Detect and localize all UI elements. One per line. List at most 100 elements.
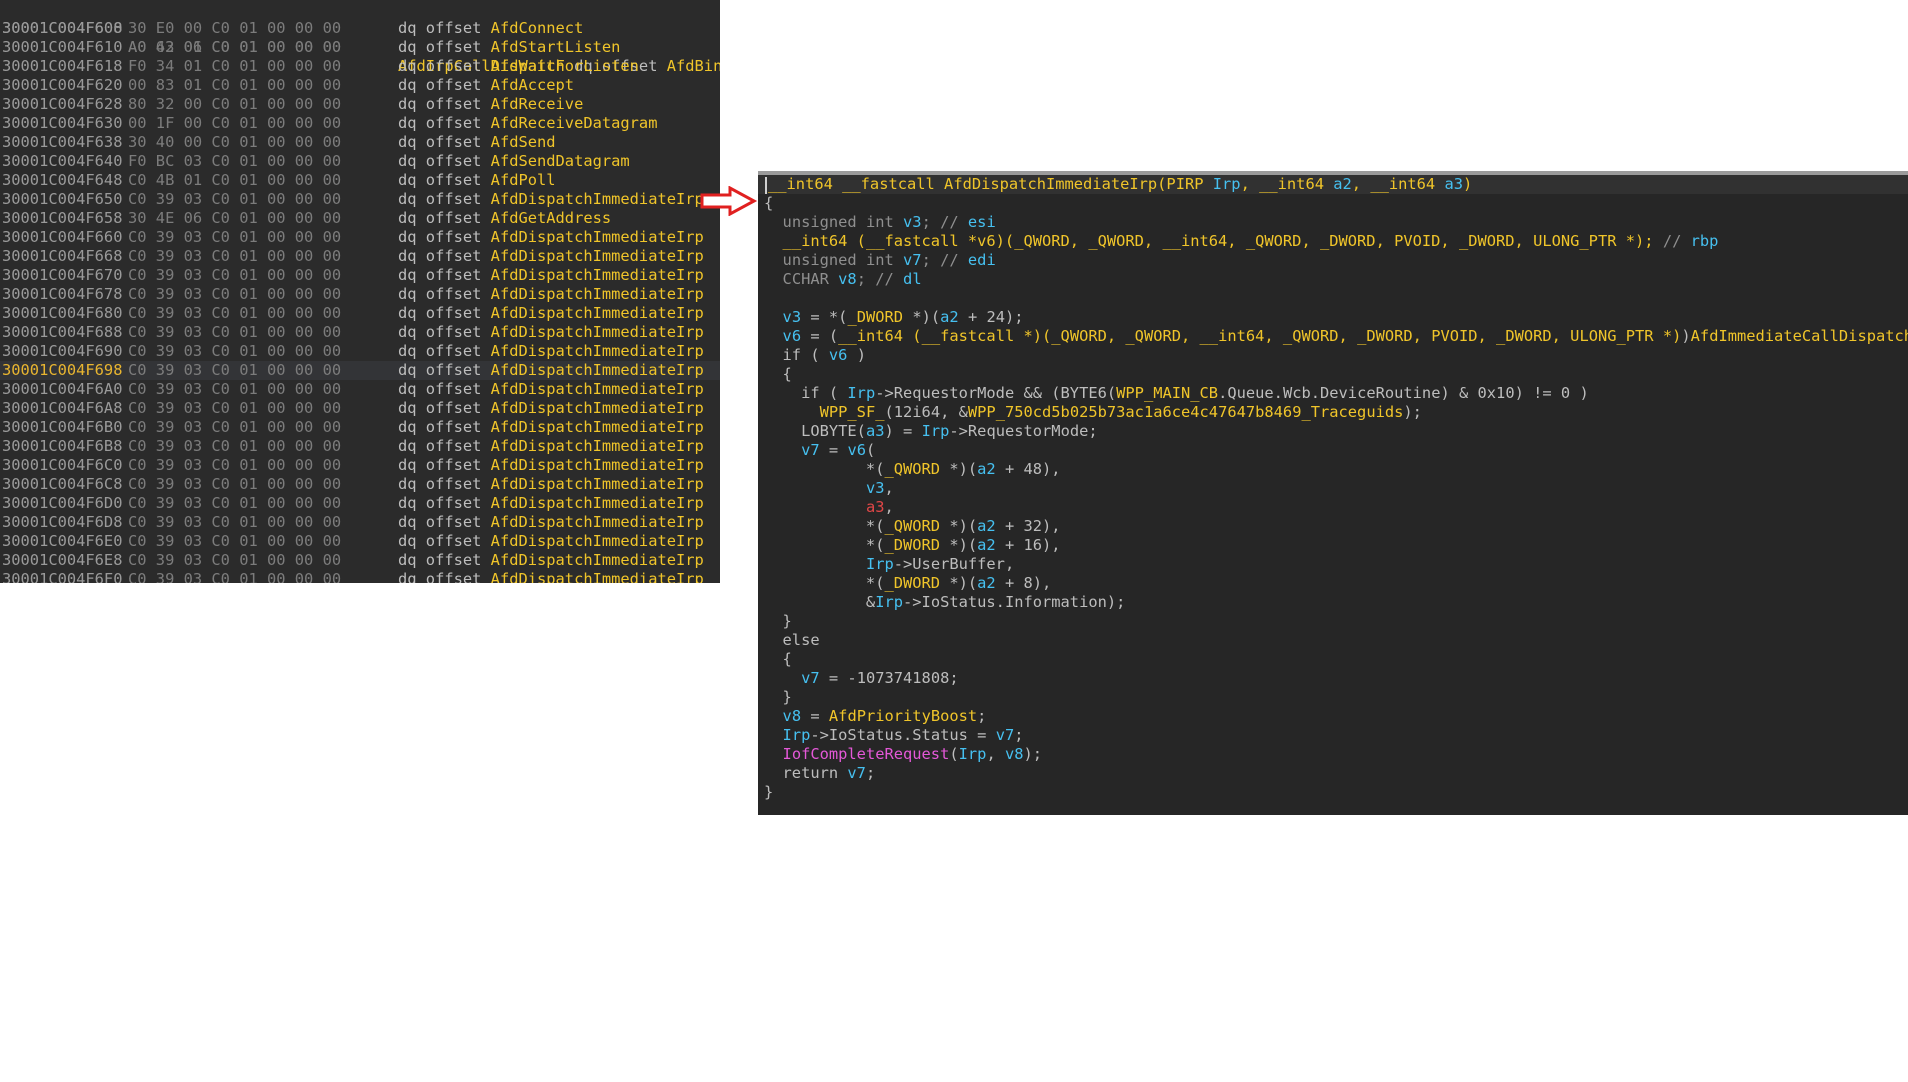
code-token[interactable]: = -1073741808; <box>820 669 959 687</box>
code-token[interactable] <box>764 232 783 250</box>
code-token[interactable]: v3 <box>903 213 922 231</box>
code-token[interactable]: ) <box>847 346 866 364</box>
code-token[interactable]: } <box>764 783 773 801</box>
code-token[interactable]: ->IoStatus.Status = <box>810 726 995 744</box>
code-line[interactable]: v3, <box>764 479 894 498</box>
listing-header-row[interactable]: 30001C004F600 A0 42 06 C0 01 00 00 00 Af… <box>0 0 720 75</box>
code-token[interactable]: ( <box>949 745 958 763</box>
code-token[interactable]: AfdImmediateCallDispatch <box>1691 327 1908 345</box>
code-token[interactable]: , <box>986 745 1005 763</box>
code-token[interactable]: ; // <box>922 213 968 231</box>
listing-row[interactable]: 30001C004F650 C0 39 03 C0 01 00 00 00 dq o… <box>0 190 720 209</box>
code-line[interactable]: __int64 (__fastcall *v6)(_QWORD, _QWORD,… <box>764 232 1719 251</box>
code-token[interactable]: Irp <box>783 726 811 744</box>
listing-row[interactable]: 30001C004F678 C0 39 03 C0 01 00 00 00 dq o… <box>0 285 720 304</box>
listing-row[interactable]: 30001C004F6C8 C0 39 03 C0 01 00 00 00 dq o… <box>0 475 720 494</box>
symbol-ref[interactable]: AfdDispatchImmediateIrp <box>491 190 704 208</box>
code-token[interactable]: IofCompleteRequest <box>783 745 950 763</box>
code-line[interactable]: } <box>764 688 792 707</box>
code-token[interactable]: ; // <box>857 270 903 288</box>
code-token[interactable]: ->IoStatus.Information); <box>903 593 1125 611</box>
symbol-ref[interactable]: AfdWaitForListen <box>491 57 639 75</box>
code-line[interactable]: { <box>764 365 792 384</box>
code-line[interactable]: if ( v6 ) <box>764 346 866 365</box>
symbol-ref[interactable]: AfdAccept <box>491 76 574 94</box>
code-token[interactable]: v8 <box>783 707 802 725</box>
code-token[interactable]: v6 <box>829 346 848 364</box>
code-line[interactable]: Irp->IoStatus.Status = v7; <box>764 726 1024 745</box>
code-token[interactable]: ->UserBuffer, <box>894 555 1014 573</box>
symbol-ref[interactable]: AfdDispatchImmediateIrp <box>491 532 704 550</box>
code-token[interactable]: _QWORD <box>884 517 940 535</box>
listing-row[interactable]: 30001C004F648 C0 4B 01 C0 01 00 00 00 dq o… <box>0 171 720 190</box>
symbol-ref[interactable]: AfdDispatchImmediateIrp <box>491 437 704 455</box>
listing-row[interactable]: 30001C004F630 00 1F 00 C0 01 00 00 00 dq o… <box>0 114 720 133</box>
code-token[interactable] <box>764 555 866 573</box>
code-token[interactable]: __int64 (__fastcall *)(_QWORD, _QWORD, _… <box>838 327 1681 345</box>
code-token[interactable]: + 16), <box>996 536 1061 554</box>
code-token[interactable]: a2 <box>977 460 996 478</box>
symbol-ref[interactable]: AfdDispatchImmediateIrp <box>491 456 704 474</box>
code-line[interactable]: return v7; <box>764 764 876 783</box>
code-token[interactable]: v8 <box>838 270 857 288</box>
code-line[interactable]: a3, <box>764 498 894 517</box>
code-token[interactable]: unsigned int <box>783 251 903 269</box>
code-token[interactable] <box>764 745 783 763</box>
code-token[interactable]: v7 <box>903 251 922 269</box>
listing-row[interactable]: 30001C004F6B0 C0 39 03 C0 01 00 00 00 dq o… <box>0 418 720 437</box>
code-token[interactable]: } <box>764 612 792 630</box>
code-line[interactable]: { <box>764 194 773 213</box>
code-token[interactable]: a2 <box>1333 175 1352 193</box>
code-token[interactable]: ( <box>866 441 875 459</box>
code-line[interactable]: Irp->UserBuffer, <box>764 555 1014 574</box>
listing-row[interactable]: 30001C004F608 30 E0 00 C0 01 00 00 00 dq o… <box>0 19 720 38</box>
listing-row[interactable]: 30001C004F6F0 C0 39 03 C0 01 00 00 00 dq o… <box>0 570 720 583</box>
symbol-ref[interactable]: AfdDispatchImmediateIrp <box>491 342 704 360</box>
code-token[interactable]: AfdPriorityBoost <box>829 707 977 725</box>
code-token[interactable] <box>764 213 783 231</box>
code-token[interactable]: *)( <box>940 574 977 592</box>
code-line[interactable]: IofCompleteRequest(Irp, v8); <box>764 745 1043 764</box>
symbol-ref[interactable]: AfdDispatchImmediateIrp <box>491 418 704 436</box>
code-token[interactable]: dl <box>903 270 922 288</box>
code-token[interactable]: if ( <box>764 384 847 402</box>
code-token[interactable]: = <box>820 441 848 459</box>
code-line[interactable]: LOBYTE(a3) = Irp->RequestorMode; <box>764 422 1098 441</box>
code-token[interactable] <box>764 669 801 687</box>
code-token[interactable]: CCHAR <box>783 270 839 288</box>
code-token[interactable]: *( <box>764 517 885 535</box>
symbol-ref[interactable]: AfdDispatchImmediateIrp <box>491 285 704 303</box>
code-line[interactable]: { <box>764 650 792 669</box>
symbol-ref[interactable]: AfdDispatchImmediateIrp <box>491 380 704 398</box>
code-token[interactable]: Irp <box>875 593 903 611</box>
symbol-ref[interactable]: AfdDispatchImmediateIrp <box>491 323 704 341</box>
ida-disassembly-view[interactable]: 30001C004F600 A0 42 06 C0 01 00 00 00 Af… <box>0 0 720 583</box>
code-token[interactable]: + 24); <box>959 308 1024 326</box>
listing-row[interactable]: 30001C004F6E0 C0 39 03 C0 01 00 00 00 dq o… <box>0 532 720 551</box>
symbol-ref[interactable]: AfdDispatchImmediateIrp <box>491 494 704 512</box>
code-token[interactable]: ->RequestorMode; <box>949 422 1097 440</box>
code-token[interactable]: _QWORD <box>884 460 940 478</box>
code-token[interactable]: = *( <box>801 308 847 326</box>
symbol-ref[interactable]: AfdReceiveDatagram <box>491 114 658 132</box>
listing-row[interactable]: 30001C004F690 C0 39 03 C0 01 00 00 00 dq o… <box>0 342 720 361</box>
code-token[interactable]: rbp <box>1691 232 1719 250</box>
symbol-ref[interactable]: AfdPoll <box>491 171 556 189</box>
code-token[interactable]: _DWORD <box>847 308 903 326</box>
listing-row[interactable]: 30001C004F6B8 C0 39 03 C0 01 00 00 00 dq o… <box>0 437 720 456</box>
listing-row[interactable]: 30001C004F6D0 C0 39 03 C0 01 00 00 00 dq o… <box>0 494 720 513</box>
code-token[interactable]: __int64 (__fastcall *v6)(_QWORD, _QWORD,… <box>783 232 1663 250</box>
symbol-ref[interactable]: AfdDispatchImmediateIrp <box>491 266 704 284</box>
code-token[interactable]: else <box>764 631 820 649</box>
code-token[interactable]: + 48), <box>996 460 1061 478</box>
code-token[interactable]: { <box>764 365 792 383</box>
code-token[interactable]: , __int64 <box>1352 175 1445 193</box>
code-token[interactable]: LOBYTE( <box>764 422 866 440</box>
symbol-ref[interactable]: AfdDispatchImmediateIrp <box>491 228 704 246</box>
listing-row[interactable]: 30001C004F698 C0 39 03 C0 01 00 00 00 dq o… <box>0 361 720 380</box>
listing-row[interactable]: 30001C004F620 00 83 01 C0 01 00 00 00 dq o… <box>0 76 720 95</box>
code-token[interactable]: v6 <box>783 327 802 345</box>
symbol-ref[interactable]: AfdSend <box>491 133 556 151</box>
code-line[interactable]: if ( Irp->RequestorMode && (BYTE6(WPP_MA… <box>764 384 1589 403</box>
code-token[interactable]: + 8), <box>996 574 1051 592</box>
